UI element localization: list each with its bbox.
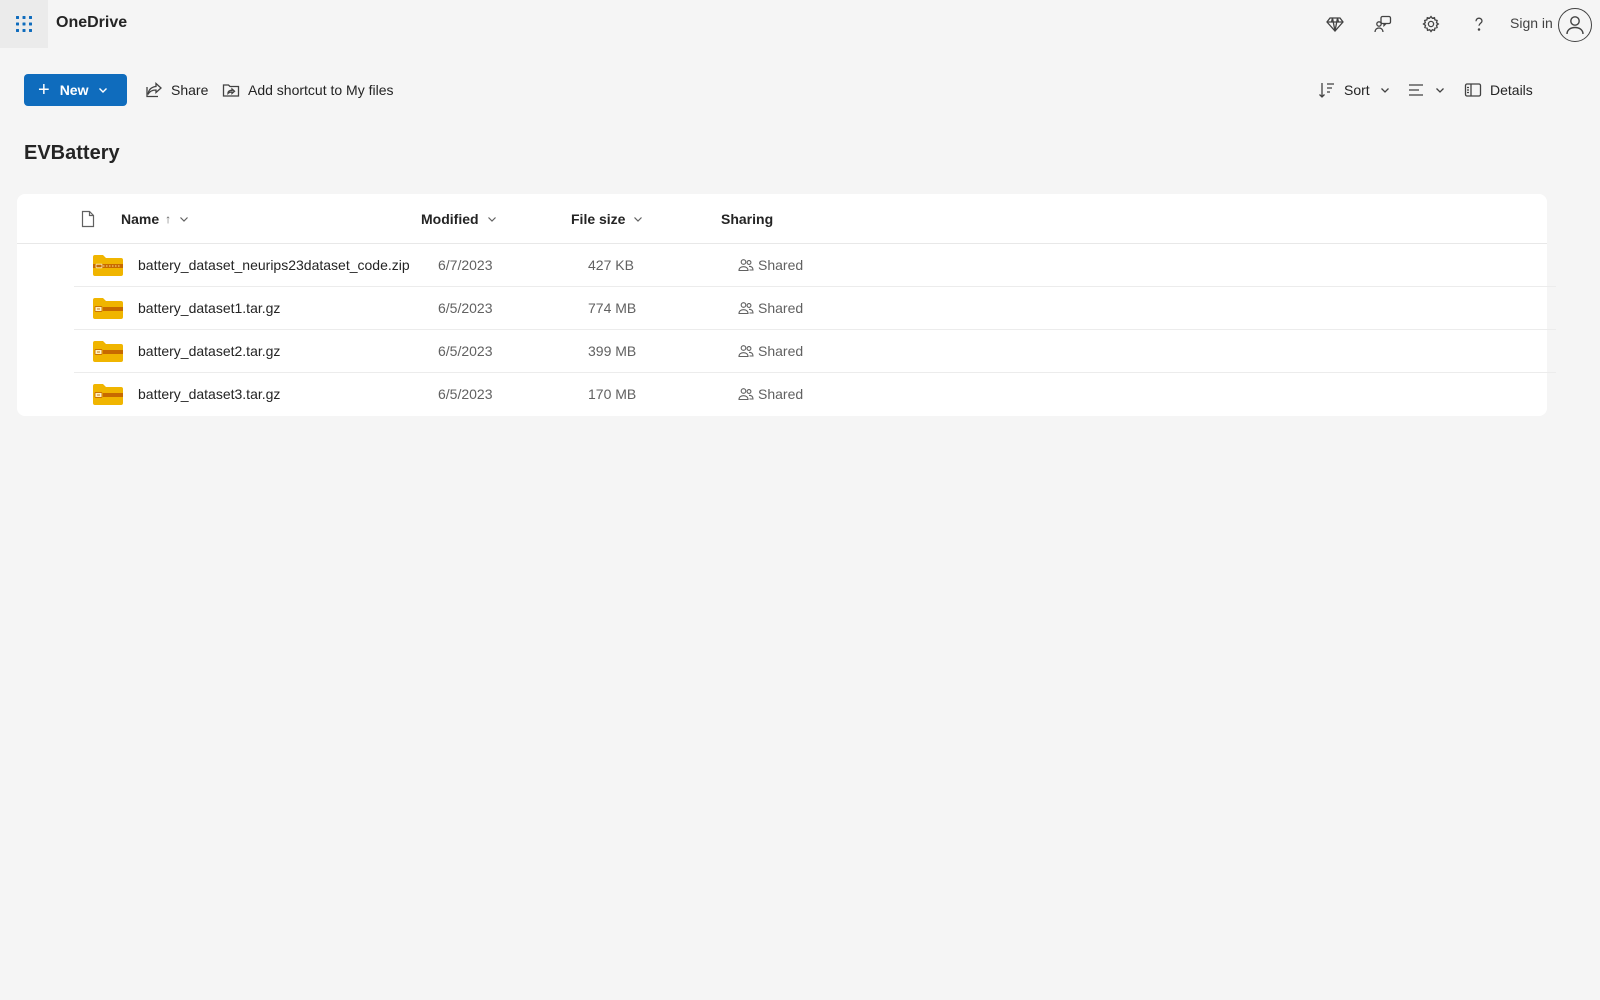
- sharing-column-label: Sharing: [721, 211, 774, 227]
- file-name[interactable]: battery_dataset3.tar.gz: [138, 386, 280, 402]
- file-modified: 6/7/2023: [438, 257, 493, 273]
- file-modified: 6/5/2023: [438, 300, 493, 316]
- add-shortcut-icon: [222, 84, 240, 97]
- file-size-column-label: File size: [571, 211, 626, 227]
- file-size: 774 MB: [588, 300, 637, 316]
- file-name[interactable]: battery_dataset1.tar.gz: [138, 300, 280, 316]
- chevron-down-icon: [1380, 88, 1389, 93]
- sharing-status[interactable]: Shared: [738, 343, 803, 359]
- feedback-icon: [1374, 15, 1392, 33]
- details-label: Details: [1490, 82, 1533, 98]
- file-name[interactable]: battery_dataset2.tar.gz: [138, 343, 280, 359]
- zip-folder-icon: [93, 255, 123, 276]
- sharing-column-header[interactable]: Sharing: [721, 211, 773, 227]
- add-shortcut-button[interactable]: Add shortcut to My files: [222, 78, 394, 102]
- app-title[interactable]: OneDrive: [56, 14, 127, 32]
- chevron-down-icon: [1436, 88, 1444, 93]
- sharing-status[interactable]: Shared: [738, 386, 803, 402]
- share-icon: [146, 82, 162, 98]
- sharing-status[interactable]: Shared: [738, 257, 803, 273]
- file-list: Name ↑ Modified File size Sharing batter…: [17, 194, 1556, 416]
- help-button[interactable]: [1467, 12, 1491, 36]
- file-type-icon: [81, 210, 95, 228]
- file-size: 427 KB: [588, 257, 634, 273]
- sort-label: Sort: [1344, 82, 1370, 98]
- sort-ascending-icon: ↑: [165, 212, 172, 226]
- share-button[interactable]: Share: [145, 78, 208, 102]
- details-button[interactable]: Details: [1464, 78, 1533, 102]
- table-row[interactable]: battery_dataset1.tar.gz 6/5/2023 774 MB …: [74, 287, 1556, 330]
- sign-in-link[interactable]: Sign in: [1510, 15, 1553, 31]
- table-row[interactable]: battery_dataset3.tar.gz 6/5/2023 170 MB …: [74, 373, 1556, 416]
- file-size: 399 MB: [588, 343, 637, 359]
- account-avatar[interactable]: [1558, 8, 1592, 42]
- file-name[interactable]: battery_dataset_neurips23dataset_code.zi…: [138, 257, 410, 273]
- feedback-button[interactable]: [1371, 12, 1395, 36]
- sharing-label: Shared: [758, 386, 804, 402]
- new-button[interactable]: + New: [24, 74, 127, 106]
- modified-column-header[interactable]: Modified: [421, 211, 497, 227]
- chevron-down-icon: [98, 85, 108, 95]
- view-options-button[interactable]: [1407, 78, 1445, 102]
- share-label: Share: [171, 82, 209, 98]
- chevron-down-icon: [487, 214, 497, 224]
- premium-button[interactable]: [1323, 12, 1347, 36]
- file-type-column-header[interactable]: [80, 210, 96, 228]
- add-shortcut-label: Add shortcut to My files: [248, 82, 394, 98]
- table-row[interactable]: battery_dataset2.tar.gz 6/5/2023 399 MB …: [74, 330, 1556, 373]
- file-list-header: Name ↑ Modified File size Sharing: [17, 194, 1547, 244]
- list-view-icon: [1409, 84, 1423, 96]
- premium-diamond-icon: [1326, 17, 1344, 32]
- help-icon: [1475, 17, 1483, 31]
- shared-people-icon: [738, 388, 754, 401]
- plus-icon: +: [38, 79, 50, 101]
- name-column-header[interactable]: Name ↑: [121, 211, 189, 227]
- settings-button[interactable]: [1419, 12, 1443, 36]
- settings-gear-icon: [1422, 15, 1440, 33]
- sharing-label: Shared: [758, 257, 804, 273]
- sort-icon: [1319, 83, 1334, 98]
- sort-button[interactable]: Sort: [1318, 78, 1390, 102]
- file-modified: 6/5/2023: [438, 343, 493, 359]
- sharing-status[interactable]: Shared: [738, 300, 803, 316]
- account-icon: [1566, 16, 1584, 35]
- table-row[interactable]: battery_dataset_neurips23dataset_code.zi…: [74, 244, 1556, 287]
- shared-people-icon: [738, 345, 754, 358]
- archive-folder-icon: [93, 298, 123, 319]
- archive-folder-icon: [93, 341, 123, 362]
- shared-people-icon: [738, 259, 754, 272]
- details-pane-icon: [1464, 83, 1482, 97]
- file-size: 170 MB: [588, 386, 637, 402]
- app-launcher-icon: [16, 16, 32, 32]
- shared-people-icon: [738, 302, 754, 315]
- name-column-label: Name: [121, 211, 160, 227]
- sharing-label: Shared: [758, 300, 804, 316]
- folder-title: EVBattery: [24, 142, 120, 164]
- archive-folder-icon: [93, 384, 123, 405]
- app-launcher-button[interactable]: [0, 0, 48, 48]
- modified-column-label: Modified: [421, 211, 479, 227]
- file-size-column-header[interactable]: File size: [571, 211, 643, 227]
- new-button-label: New: [59, 82, 89, 98]
- chevron-down-icon: [633, 214, 643, 224]
- chevron-down-icon: [179, 214, 189, 224]
- top-bar: OneDrive Sign in: [0, 0, 1600, 48]
- sharing-label: Shared: [758, 343, 804, 359]
- file-modified: 6/5/2023: [438, 386, 493, 402]
